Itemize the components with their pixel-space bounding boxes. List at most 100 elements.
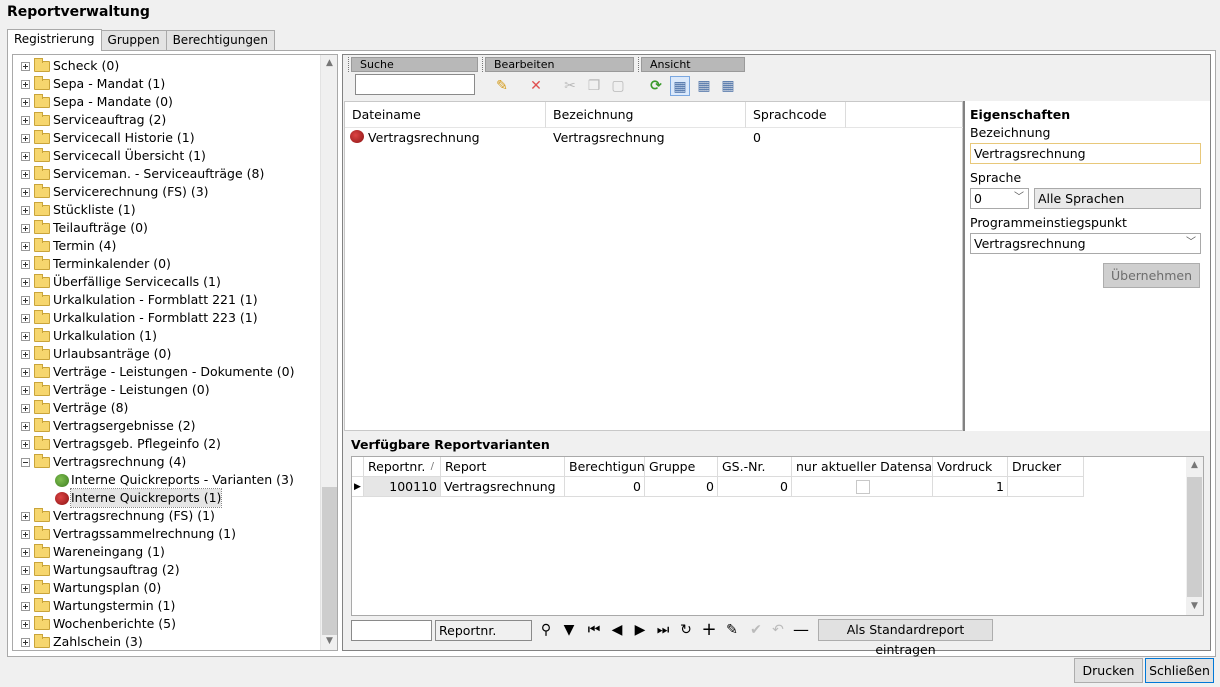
tree-item-label: Vertragsrechnung (4) bbox=[53, 454, 187, 469]
column-header-sprachcode[interactable]: Sprachcode bbox=[746, 102, 846, 128]
previous-record-icon[interactable]: ◀ bbox=[607, 620, 627, 640]
column-header-vordruck[interactable]: Vordruck bbox=[933, 457, 1008, 477]
expand-icon[interactable] bbox=[21, 440, 30, 449]
search-icon[interactable]: ⚲ bbox=[536, 620, 556, 640]
expand-icon[interactable] bbox=[21, 296, 30, 305]
next-record-icon[interactable]: ▶ bbox=[630, 620, 650, 640]
expand-icon[interactable] bbox=[21, 638, 30, 647]
column-header-bezeichnung[interactable]: Bezeichnung bbox=[546, 102, 746, 128]
expand-icon[interactable] bbox=[21, 152, 30, 161]
undo-icon[interactable]: ↶ bbox=[768, 620, 788, 640]
delete-icon[interactable]: ✕ bbox=[526, 76, 546, 96]
paste-icon[interactable]: ▢ bbox=[608, 76, 628, 96]
first-record-icon[interactable]: ⏮ bbox=[584, 620, 604, 640]
column-header-empty bbox=[846, 102, 964, 128]
collapse-icon[interactable] bbox=[21, 458, 30, 467]
expand-icon[interactable] bbox=[21, 368, 30, 377]
column-header-nur-aktueller-datensatz[interactable]: nur aktueller Datensatz bbox=[792, 457, 933, 477]
expand-icon[interactable] bbox=[21, 260, 30, 269]
variants-scroll-thumb[interactable] bbox=[1187, 477, 1202, 597]
tree-item-label: Wochenberichte (5) bbox=[53, 616, 176, 631]
variants-grid[interactable]: Reportnr. / Report Berechtigung Gruppe G… bbox=[351, 456, 1204, 616]
tab-gruppen[interactable]: Gruppen bbox=[100, 30, 167, 50]
add-icon[interactable]: + bbox=[699, 620, 719, 640]
tree-scroll-thumb[interactable] bbox=[322, 487, 337, 635]
column-header-dateiname[interactable]: Dateiname bbox=[345, 102, 546, 128]
tree-item-label: Terminkalender (0) bbox=[53, 256, 171, 271]
delete-icon[interactable]: — bbox=[791, 620, 811, 640]
refresh-icon[interactable]: ↻ bbox=[676, 620, 696, 640]
report-tree[interactable]: Scheck (0) Sepa - Mandat (1) Sepa - Mandat… bbox=[12, 54, 338, 651]
bezeichnung-input[interactable]: Vertragsrechnung bbox=[970, 143, 1201, 164]
expand-icon[interactable] bbox=[21, 116, 30, 125]
folder-icon bbox=[34, 76, 50, 90]
expand-icon[interactable] bbox=[21, 224, 30, 233]
expand-icon[interactable] bbox=[21, 188, 30, 197]
navigator-filter-input[interactable] bbox=[351, 620, 432, 641]
expand-icon[interactable] bbox=[21, 548, 30, 557]
expand-icon[interactable] bbox=[21, 602, 30, 611]
file-grid[interactable]: Dateiname Bezeichnung Sprachcode Vertrag… bbox=[344, 101, 964, 431]
column-header-drucker[interactable]: Drucker bbox=[1008, 457, 1084, 477]
close-button[interactable]: Schließen bbox=[1145, 658, 1214, 683]
expand-icon[interactable] bbox=[21, 170, 30, 179]
expand-icon[interactable] bbox=[21, 386, 30, 395]
save-icon[interactable]: ✔ bbox=[746, 620, 766, 640]
tree-item-label: Servicecall Historie (1) bbox=[53, 130, 195, 145]
bezeichnung-label: Bezeichnung bbox=[970, 125, 1051, 140]
expand-icon[interactable] bbox=[21, 134, 30, 143]
view-grid-icon[interactable]: ▦ bbox=[718, 76, 738, 96]
variants-scrollbar[interactable]: ▲ ▼ bbox=[1186, 457, 1203, 615]
expand-icon[interactable] bbox=[21, 242, 30, 251]
tree-scrollbar[interactable]: ▲ ▼ bbox=[320, 55, 337, 650]
column-header-berechtigung[interactable]: Berechtigung bbox=[565, 457, 645, 477]
tree-item-label: Urkalkulation - Formblatt 223 (1) bbox=[53, 310, 258, 325]
sprache-select[interactable]: 0 ﹀ bbox=[970, 188, 1029, 209]
expand-icon[interactable] bbox=[21, 422, 30, 431]
apply-button[interactable]: Übernehmen bbox=[1103, 263, 1200, 288]
navigator-field-select[interactable]: Reportnr. bbox=[435, 620, 532, 641]
expand-icon[interactable] bbox=[21, 206, 30, 215]
pencil-icon[interactable]: ✎ bbox=[492, 76, 512, 96]
column-header-report[interactable]: Report bbox=[441, 457, 565, 477]
scroll-down-icon[interactable]: ▼ bbox=[321, 633, 337, 650]
view-details-icon[interactable]: ▦ bbox=[670, 76, 690, 96]
entry-point-select[interactable]: Vertragsrechnung ﹀ bbox=[970, 233, 1201, 254]
column-header-gruppe[interactable]: Gruppe bbox=[645, 457, 718, 477]
expand-icon[interactable] bbox=[21, 620, 30, 629]
column-header-reportnr[interactable]: Reportnr. / bbox=[364, 457, 441, 477]
scroll-down-icon[interactable]: ▼ bbox=[1186, 598, 1203, 615]
expand-icon[interactable] bbox=[21, 62, 30, 71]
print-button[interactable]: Drucken bbox=[1074, 658, 1143, 683]
search-input[interactable] bbox=[355, 74, 475, 95]
view-list-icon[interactable]: ▦ bbox=[694, 76, 714, 96]
expand-icon[interactable] bbox=[21, 566, 30, 575]
scroll-up-icon[interactable]: ▲ bbox=[321, 55, 337, 72]
set-standard-report-button[interactable]: Als Standardreport eintragen bbox=[818, 619, 993, 657]
tree-item-label: Urkalkulation - Formblatt 221 (1) bbox=[53, 292, 258, 307]
expand-icon[interactable] bbox=[21, 314, 30, 323]
tab-registrierung[interactable]: Registrierung bbox=[7, 29, 102, 51]
copy-icon[interactable]: ❐ bbox=[584, 76, 604, 96]
edit-icon[interactable]: ✎ bbox=[722, 620, 742, 640]
cut-icon[interactable]: ✂ bbox=[560, 76, 580, 96]
expand-icon[interactable] bbox=[21, 404, 30, 413]
expand-icon[interactable] bbox=[21, 332, 30, 341]
nur-aktuell-checkbox[interactable] bbox=[856, 480, 870, 494]
expand-icon[interactable] bbox=[21, 350, 30, 359]
tree-item-label: Verträge - Leistungen (0) bbox=[53, 382, 210, 397]
expand-icon[interactable] bbox=[21, 80, 30, 89]
tab-berechtigungen[interactable]: Berechtigungen bbox=[165, 30, 275, 50]
folder-icon bbox=[34, 634, 50, 648]
expand-icon[interactable] bbox=[21, 278, 30, 287]
expand-icon[interactable] bbox=[21, 530, 30, 539]
refresh-icon[interactable]: ⟳ bbox=[646, 76, 666, 96]
expand-icon[interactable] bbox=[21, 512, 30, 521]
folder-icon bbox=[34, 526, 50, 540]
last-record-icon[interactable]: ⏭ bbox=[653, 620, 673, 640]
scroll-up-icon[interactable]: ▲ bbox=[1186, 457, 1203, 474]
column-header-gsnr[interactable]: GS.-Nr. bbox=[718, 457, 792, 477]
expand-icon[interactable] bbox=[21, 98, 30, 107]
filter-icon[interactable]: ▼ bbox=[559, 620, 579, 640]
expand-icon[interactable] bbox=[21, 584, 30, 593]
